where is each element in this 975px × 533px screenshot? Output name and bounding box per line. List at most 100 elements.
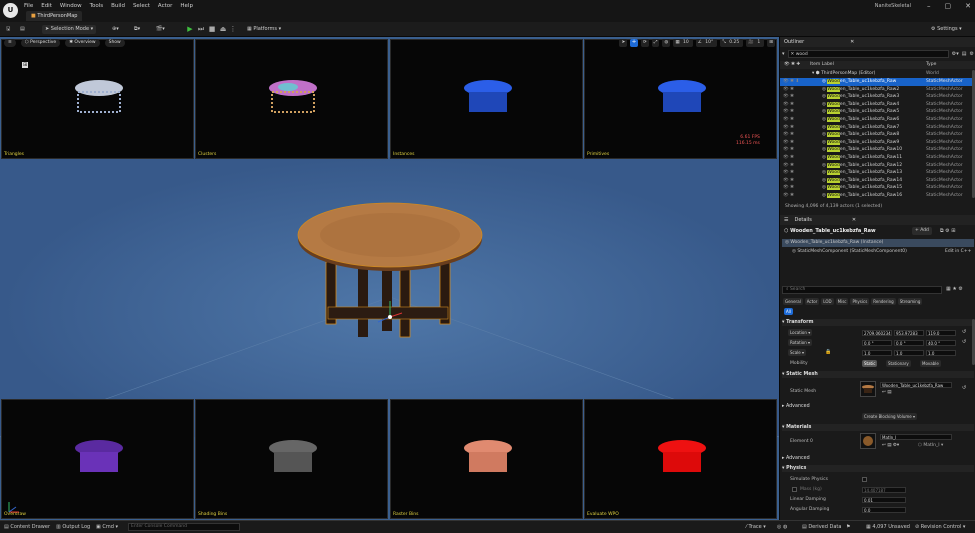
eye-icon[interactable]: 👁 ✱ (783, 101, 794, 109)
eye-icon[interactable]: 👁 ✱ (783, 146, 794, 154)
tab-all[interactable]: All (784, 308, 793, 315)
world-icon[interactable]: ◍ (662, 39, 671, 47)
wooden-table-model[interactable] (290, 197, 490, 357)
outliner-search-input[interactable]: ✕ wood (787, 49, 949, 58)
outliner-row[interactable]: 👁 ✱ ◎ Wooden_Table_uc1kebzfa_Raw9 StaticMe… (780, 139, 975, 147)
component-row[interactable]: ◎ StaticMeshComponent (StaticMeshCompone… (792, 249, 907, 254)
instance-row[interactable]: ◎ Wooden_Table_uc1kebzfa_Raw (Instance) (782, 239, 974, 247)
outliner-row[interactable]: 👁 ✱ ◎ Wooden_Table_uc1kebzfa_Raw12 StaticM… (780, 162, 975, 170)
cinematics-icon[interactable]: 🎬▾ (156, 25, 165, 34)
maximize-viewport-icon[interactable]: ⊞ (767, 39, 775, 47)
document-tab[interactable]: ■ ThirdPersonMap (26, 11, 83, 21)
play-icon[interactable]: ▶ (186, 25, 194, 34)
pane-triangles[interactable]: ⊞ Triangles (1, 39, 194, 159)
eye-icon[interactable]: 👁 ✱ (783, 131, 794, 139)
edit-cpp-link[interactable]: Edit in C++ (945, 249, 971, 254)
outliner-map-row[interactable]: ▾ ⬢ ThirdPersonMap (Editor) World (780, 70, 975, 78)
reset-mesh-icon[interactable]: ↺ (962, 385, 966, 391)
tab-general[interactable]: General (783, 298, 803, 305)
eye-icon[interactable]: 👁 ✱ (783, 116, 794, 124)
scale-lock-icon[interactable]: 🔒 (825, 349, 831, 355)
rotation-snap-button[interactable]: ∠ 10° (695, 39, 718, 47)
select-tool-icon[interactable]: ➤ (619, 39, 628, 47)
outliner-row[interactable]: 👁 ✱ ◎ Wooden_Table_uc1kebzfa_Raw13 StaticM… (780, 169, 975, 177)
column-type[interactable]: Type (926, 61, 936, 69)
revision-control-button[interactable]: ⊘ Revision Control ▾ (915, 524, 965, 531)
static-mesh-picker[interactable]: Wooden_Table_uc1kebzfa_Raw (880, 382, 952, 388)
content-drawer-button[interactable]: ▤ Content Drawer (4, 524, 50, 531)
save-icon[interactable]: 🖫 (6, 25, 10, 34)
menu-tools[interactable]: Tools (90, 3, 104, 9)
pane-evaluate-wpo[interactable]: Evaluate WPO (584, 399, 777, 519)
mesh-thumbnail[interactable] (860, 381, 876, 397)
mesh-browse-icons[interactable]: ↩ ▤ (882, 390, 891, 395)
create-blocking-volume-button[interactable]: Create Blocking Volume ▾ (862, 413, 917, 420)
tab-actor[interactable]: Actor (804, 298, 820, 305)
outliner-row[interactable]: 👁 ✱ ◎ Wooden_Table_uc1kebzfa_Raw2 StaticMe… (780, 86, 975, 94)
details-view-icons[interactable]: ▦ ★ ⚙ (946, 286, 963, 292)
pane-clusters[interactable]: Clusters (195, 39, 388, 159)
overview-button[interactable]: ✱ Overview (65, 39, 100, 47)
camera-speed-button[interactable]: 🎥 1 (746, 39, 765, 47)
rotate-tool-icon[interactable]: ⟳ (641, 39, 649, 47)
add-component-button[interactable]: + Add (912, 227, 932, 235)
rotation-y-field[interactable]: 0.0 ° (894, 340, 924, 346)
materials-section[interactable]: ▾ Materials (782, 424, 974, 431)
outliner-more-icon[interactable]: ⚙ (970, 51, 974, 57)
mobility-static[interactable]: Static (862, 360, 878, 367)
rotation-x-field[interactable]: 0.0 ° (862, 340, 892, 346)
settings-button[interactable]: ⚙ Settings ▾ (931, 25, 962, 34)
eye-icon[interactable]: 👁 ✱ (783, 169, 794, 177)
level-viewport[interactable]: ⊞ Triangles Clusters Instances Primitive… (0, 37, 779, 520)
cmd-dropdown[interactable]: ▣ Cmd ▾ (96, 524, 118, 531)
physics-section[interactable]: ▾ Physics (782, 465, 974, 472)
move-tool-icon[interactable]: ✛ (630, 39, 639, 47)
scale-snap-button[interactable]: ⤡ 0.25 (720, 39, 744, 47)
eye-icon[interactable]: 👁 ✱ ⬇ (783, 78, 799, 86)
details-close-icon[interactable]: ✕ (852, 217, 856, 223)
outliner-row[interactable]: 👁 ✱ ◎ Wooden_Table_uc1kebzfa_Raw8 StaticMe… (780, 131, 975, 139)
unreal-logo-icon[interactable]: U (3, 3, 18, 18)
content-icon[interactable]: ▤ (20, 25, 25, 34)
scale-dropdown[interactable]: Scale ▾ (788, 349, 807, 356)
show-button[interactable]: Show (104, 39, 125, 47)
material-picker[interactable]: MatIn_I (880, 434, 952, 440)
outliner-row[interactable]: 👁 ✱ ◎ Wooden_Table_uc1kebzfa_Raw7 StaticMe… (780, 124, 975, 132)
eye-icon[interactable]: 👁 ✱ (783, 93, 794, 101)
pane-raster-bins[interactable]: Raster Bins (390, 399, 583, 519)
angular-damping-field[interactable]: 0.0 (862, 507, 906, 513)
outliner-settings-icon[interactable]: ⚙▾ (952, 51, 959, 57)
unsaved-button[interactable]: ▦ 4,097 Unsaved (866, 524, 910, 531)
add-content-icon[interactable]: ⊕▾ (112, 25, 119, 34)
rotation-z-field[interactable]: 40.0 ° (926, 340, 956, 346)
step-icon[interactable]: ⏭ (197, 25, 205, 34)
details-tools-icon[interactable]: ⧉ ⚙ ⊞ (940, 228, 955, 234)
output-log-button[interactable]: ▥ Output Log (56, 524, 90, 531)
close-window-button[interactable]: ✕ (965, 2, 971, 10)
outliner-row[interactable]: 👁 ✱ ◎ Wooden_Table_uc1kebzfa_Raw5 StaticMe… (780, 108, 975, 116)
derived-data-button[interactable]: ▤ Derived Data (802, 524, 841, 531)
visibility-column-icon[interactable]: 👁 ✱ ✚ (784, 61, 800, 69)
scale-z-field[interactable]: 1.0 (926, 350, 956, 356)
reset-rotation-icon[interactable]: ↺ (962, 339, 966, 345)
pane-overdraw[interactable]: Overdraw (1, 399, 194, 519)
linear-damping-field[interactable]: 0.01 (862, 497, 906, 503)
eye-icon[interactable]: 👁 ✱ (783, 154, 794, 162)
reset-location-icon[interactable]: ↺ (962, 329, 966, 335)
filter-icon[interactable]: ▾ (782, 51, 785, 57)
perspective-button[interactable]: ⬡ Perspective (20, 39, 61, 47)
eye-icon[interactable]: 👁 ✱ (783, 184, 794, 192)
scale-tool-icon[interactable]: ⤢ (651, 39, 660, 47)
eye-icon[interactable]: 👁 ✱ (783, 86, 794, 94)
outliner-row[interactable]: 👁 ✱ ◎ Wooden_Table_uc1kebzfa_Raw3 StaticMe… (780, 93, 975, 101)
selection-mode-button[interactable]: ➤ Selection Mode ▾ (42, 25, 97, 34)
location-z-field[interactable]: 119.0 (926, 330, 956, 336)
location-dropdown[interactable]: Location ▾ (788, 329, 813, 336)
eye-icon[interactable]: 👁 ✱ (783, 108, 794, 116)
tab-physics[interactable]: Physics (850, 298, 870, 305)
outliner-row[interactable]: 👁 ✱ ◎ Wooden_Table_uc1kebzfa_Raw14 StaticM… (780, 177, 975, 185)
tab-rendering[interactable]: Rendering (871, 298, 896, 305)
mass-field[interactable]: 14.407187 (862, 487, 906, 493)
location-x-field[interactable]: 2709.060234 (862, 330, 892, 336)
stop-icon[interactable]: ■ (208, 25, 216, 34)
